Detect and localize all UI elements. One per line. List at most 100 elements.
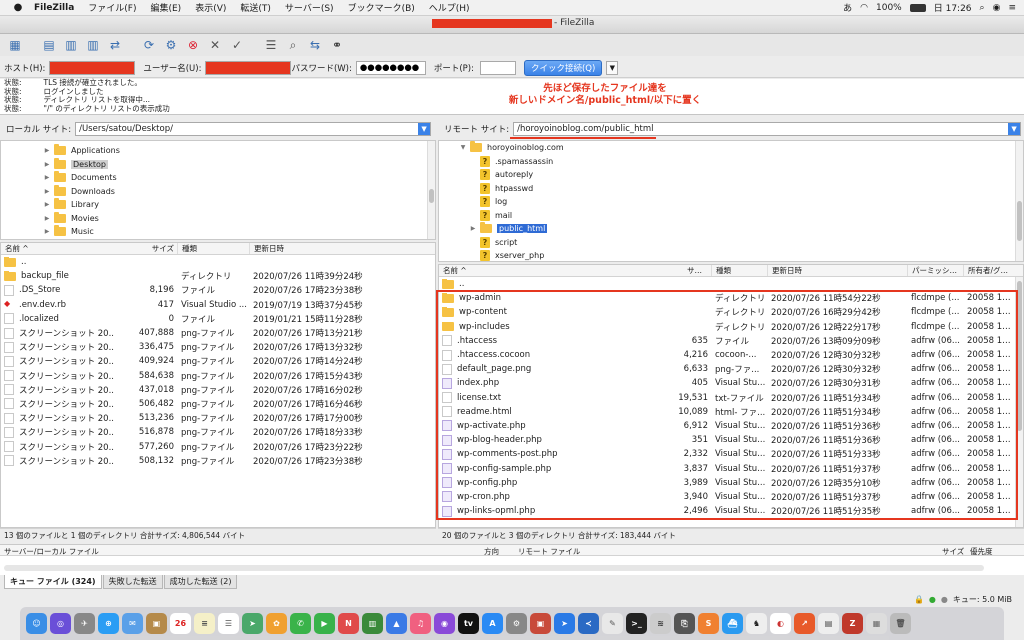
chart-app-icon[interactable]: ↗ — [794, 613, 815, 634]
tab-successful-transfers[interactable]: 成功した転送 (2) — [163, 575, 238, 589]
tree-item[interactable]: ? script — [469, 236, 1023, 250]
tree-item[interactable]: ▶ Music — [43, 225, 435, 239]
collapsed-arrow-icon[interactable]: ▶ — [43, 161, 51, 168]
collapsed-arrow-icon[interactable]: ▶ — [43, 215, 51, 222]
site-manager-icon[interactable]: ▦ — [6, 37, 24, 53]
file-row[interactable]: ◆ .env.dev.rb 417 Visual Studio ... 2019/07/… — [1, 298, 435, 312]
chevron-down-icon[interactable]: ▼ — [1008, 123, 1021, 135]
ime-indicator[interactable]: あ — [843, 1, 852, 14]
menu-file[interactable]: ファイル(F) — [81, 1, 143, 14]
tree-item[interactable]: ? autoreply — [469, 168, 1023, 182]
file-row[interactable]: スクリーンショット 20.. 407,888 png-ファイル 2020/07/26 … — [1, 326, 435, 340]
terminal-icon[interactable]: >_ — [626, 613, 647, 634]
scrollbar[interactable] — [1015, 141, 1023, 261]
collapsed-arrow-icon[interactable]: ▶ — [43, 147, 51, 154]
collapsed-arrow-icon[interactable]: ▶ — [43, 174, 51, 181]
tree-item[interactable]: ? .spamassassin — [469, 155, 1023, 169]
menu-bookmark[interactable]: ブックマーク(B) — [341, 1, 422, 14]
tree-item[interactable]: ▶ Documents — [43, 171, 435, 185]
trash-icon[interactable]: 🗑 — [890, 613, 911, 634]
battery-icon[interactable] — [909, 3, 926, 12]
tree-item[interactable]: ? xserver_php — [469, 249, 1023, 261]
photo-app-icon[interactable]: ▣ — [530, 613, 551, 634]
chevron-down-icon[interactable]: ▼ — [418, 123, 431, 135]
tree-item[interactable]: ▶ Library — [43, 198, 435, 212]
file-row[interactable]: .. — [1, 255, 435, 269]
collapsed-arrow-icon[interactable]: ▶ — [43, 188, 51, 195]
port-input[interactable] — [479, 60, 516, 75]
menu-help[interactable]: ヘルプ(H) — [422, 1, 477, 14]
launchpad-icon[interactable]: ✈ — [74, 613, 95, 634]
user-icon[interactable]: ◉ — [993, 3, 1001, 13]
wifi-icon[interactable]: ◠ — [860, 3, 868, 13]
tree-item[interactable]: ▼ horoyoinoblog.com — [439, 141, 1023, 155]
col-owner[interactable]: 所有者/グル... — [963, 265, 1011, 276]
local-file-list[interactable]: 名前 ^ サイズ 種類 更新日時 .. backup_file ディレクトリ 2020… — [0, 242, 436, 528]
username-input[interactable] — [205, 60, 292, 75]
docker-icon[interactable]: ⛴ — [722, 613, 743, 634]
tree-item[interactable]: ? htpasswd — [469, 182, 1023, 196]
mail-icon[interactable]: ✉ — [122, 613, 143, 634]
menu-edit[interactable]: 編集(E) — [143, 1, 188, 14]
search-icon[interactable]: ⌕ — [980, 3, 985, 13]
file-row[interactable]: .localized 0 ファイル 2019/01/21 15時11分28秒 — [1, 312, 435, 326]
calendar-icon[interactable]: 26 — [170, 613, 191, 634]
quickconnect-dropdown-icon[interactable]: ▼ — [606, 60, 619, 75]
database-icon[interactable]: ≋ — [650, 613, 671, 634]
photos-icon[interactable]: ✿ — [266, 613, 287, 634]
col-type[interactable]: 種類 — [177, 243, 249, 254]
col-name[interactable]: 名前 ^ — [439, 265, 687, 276]
maps-icon[interactable]: ➤ — [242, 613, 263, 634]
news-icon[interactable]: N — [338, 613, 359, 634]
file-row[interactable]: スクリーンショット 20.. 409,924 png-ファイル 2020/07/26 … — [1, 354, 435, 368]
battery-percent[interactable]: 100% — [876, 3, 902, 13]
menu-app-name[interactable]: FileZilla — [28, 3, 81, 13]
collapsed-arrow-icon[interactable]: ▶ — [43, 228, 51, 235]
chess-icon[interactable]: ♞ — [746, 613, 767, 634]
col-date[interactable]: 更新日時 — [249, 243, 419, 254]
podcasts-icon[interactable]: ◉ — [434, 613, 455, 634]
quickconnect-button[interactable]: クイック接続(Q) — [523, 59, 603, 76]
preview-icon[interactable]: ▤ — [818, 613, 839, 634]
queue-list[interactable] — [0, 556, 1024, 575]
tree-item[interactable]: ▶ Applications — [43, 144, 435, 158]
tree-item[interactable]: ▶ Downloads — [43, 184, 435, 199]
col-name[interactable]: 名前 ^ — [1, 243, 131, 254]
col-size[interactable]: サイズ — [687, 265, 711, 276]
local-path-input[interactable]: /Users/satou/Desktop/ ▼ — [75, 122, 432, 136]
siri-icon[interactable]: ◎ — [50, 613, 71, 634]
location-icon[interactable]: ➤ — [554, 613, 575, 634]
tree-item[interactable]: ? mail — [469, 209, 1023, 223]
system-preferences-icon[interactable]: ⚙ — [506, 613, 527, 634]
collapsed-arrow-icon[interactable]: ▶ — [43, 201, 51, 208]
col-size[interactable]: サイズ — [131, 243, 177, 254]
utility-icon[interactable]: ⎘ — [674, 613, 695, 634]
disconnect-icon[interactable]: ✕ — [206, 37, 224, 53]
directory-compare-icon[interactable]: ☰ — [262, 37, 280, 53]
keynote-icon[interactable]: ▲ — [386, 613, 407, 634]
tree-item[interactable]: ▶ public_html — [469, 222, 1023, 236]
file-row[interactable]: スクリーンショット 20.. 437,018 png-ファイル 2020/07/26 … — [1, 383, 435, 397]
expanded-arrow-icon[interactable]: ▼ — [459, 144, 467, 151]
notes-icon[interactable]: ≡ — [194, 613, 215, 634]
safari-icon[interactable]: ⊕ — [98, 613, 119, 634]
remote-tree[interactable]: ▼ horoyoinoblog.com ? .spamassassin? autor… — [438, 140, 1024, 262]
remote-path-input[interactable]: /horoyoinoblog.com/public_html ▼ — [513, 122, 1022, 136]
tab-queued-files[interactable]: キュー ファイル (324) — [4, 575, 102, 589]
finder-icon[interactable]: ☺ — [26, 613, 47, 634]
file-row[interactable]: スクリーンショット 20.. 336,475 png-ファイル 2020/07/26 … — [1, 340, 435, 354]
col-permission[interactable]: パーミッション — [907, 265, 963, 276]
refresh-icon[interactable]: ⟳ — [140, 37, 158, 53]
toggle-queue-icon[interactable]: ⇄ — [106, 37, 124, 53]
menubar-clock[interactable]: 日 17:26 — [934, 1, 972, 14]
contacts-icon[interactable]: ▣ — [146, 613, 167, 634]
host-input[interactable] — [49, 60, 136, 75]
tab-failed-transfers[interactable]: 失敗した転送 — [102, 575, 163, 589]
messages-icon[interactable]: ✆ — [290, 613, 311, 634]
col-type[interactable]: 種類 — [711, 265, 767, 276]
password-input[interactable] — [355, 60, 426, 75]
file-row[interactable]: スクリーンショット 20.. 506,482 png-ファイル 2020/07/26 … — [1, 397, 435, 411]
process-queue-icon[interactable]: ⚙ — [162, 37, 180, 53]
filezilla-icon[interactable]: Z — [842, 613, 863, 634]
file-row[interactable]: スクリーンショット 20.. 577,260 png-ファイル 2020/07/26 … — [1, 439, 435, 453]
